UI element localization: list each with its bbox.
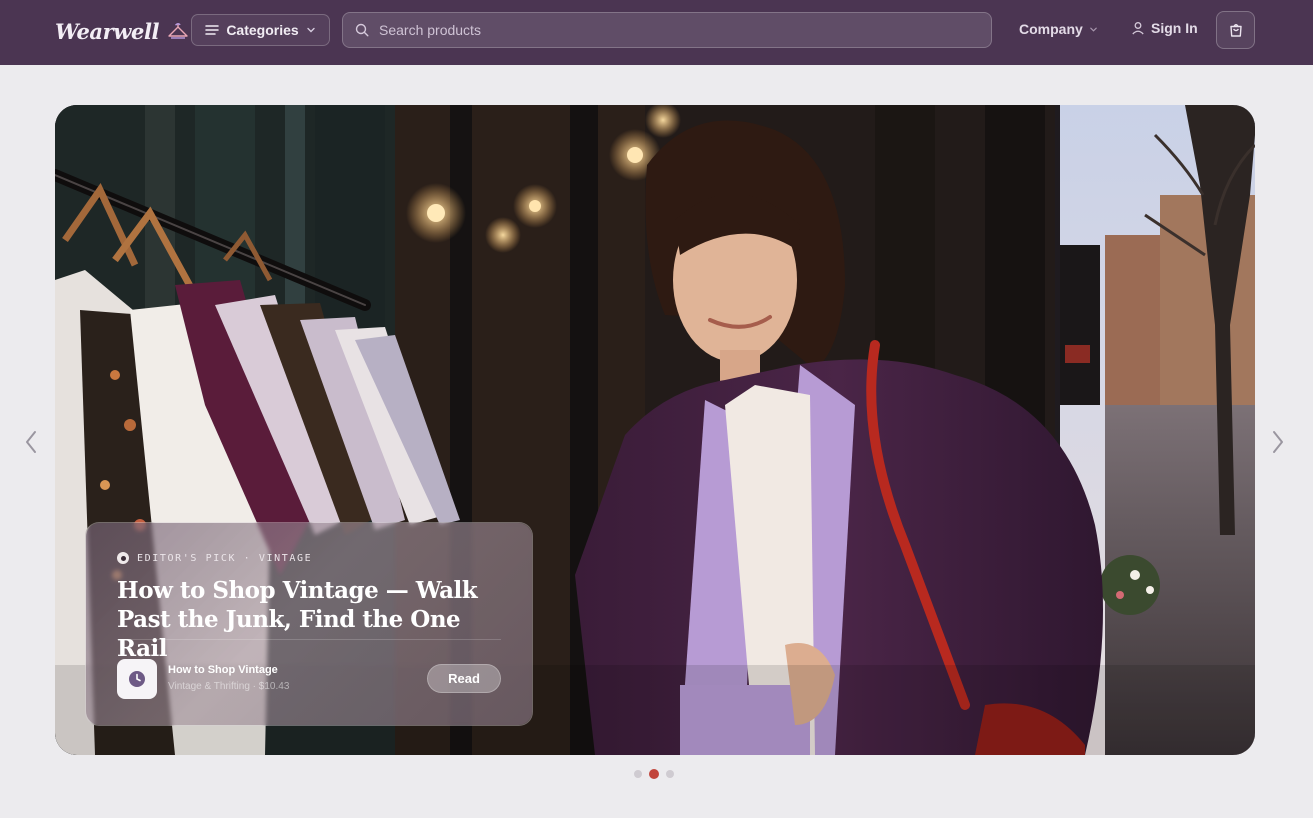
chevron-left-icon	[26, 431, 36, 453]
clock-icon	[129, 671, 145, 687]
chevron-down-icon	[306, 27, 315, 33]
carousel-dot-3[interactable]	[666, 770, 674, 778]
categories-label: Categories	[226, 22, 299, 38]
company-menu[interactable]: Company	[1019, 21, 1098, 37]
categories-button[interactable]: Categories	[191, 14, 330, 46]
menu-icon	[205, 25, 220, 35]
article-meta: Vintage & Thrifting · $10.43	[168, 681, 290, 692]
user-icon	[1132, 22, 1144, 35]
top-nav: Wearwell Categories Company	[0, 0, 1313, 65]
eyebrow-bullet-icon	[117, 552, 129, 564]
chevron-right-icon	[1273, 431, 1283, 453]
carousel-next-button[interactable]	[1267, 428, 1289, 456]
search-input[interactable]	[379, 22, 969, 38]
search-bar[interactable]	[342, 12, 992, 48]
hanger-icon	[168, 23, 188, 39]
cart-button[interactable]	[1216, 11, 1255, 49]
carousel-pagination	[634, 769, 674, 779]
carousel-prev-button[interactable]	[20, 428, 42, 456]
article-thumbnail[interactable]	[117, 659, 157, 699]
chevron-down-icon	[1090, 27, 1097, 32]
read-button[interactable]: Read	[427, 664, 501, 693]
carousel-dot-2[interactable]	[649, 769, 659, 779]
article-eyebrow: EDITOR'S PICK · VINTAGE	[117, 552, 312, 564]
search-icon	[355, 23, 369, 37]
sign-in-link[interactable]: Sign In	[1131, 20, 1198, 36]
card-divider	[117, 639, 501, 640]
company-label: Company	[1019, 21, 1083, 37]
brand-name: Wearwell	[55, 18, 160, 44]
brand-logo[interactable]: Wearwell	[55, 14, 189, 48]
shopping-bag-icon	[1229, 24, 1242, 37]
article-mini-title[interactable]: How to Shop Vintage	[168, 664, 278, 676]
carousel-dot-1[interactable]	[634, 770, 642, 778]
sign-in-label: Sign In	[1151, 20, 1198, 36]
eyebrow-text: EDITOR'S PICK · VINTAGE	[137, 552, 313, 564]
article-title[interactable]: How to Shop Vintage — Walk Past the Junk…	[117, 576, 517, 663]
featured-article-card: EDITOR'S PICK · VINTAGE How to Shop Vint…	[85, 522, 533, 726]
